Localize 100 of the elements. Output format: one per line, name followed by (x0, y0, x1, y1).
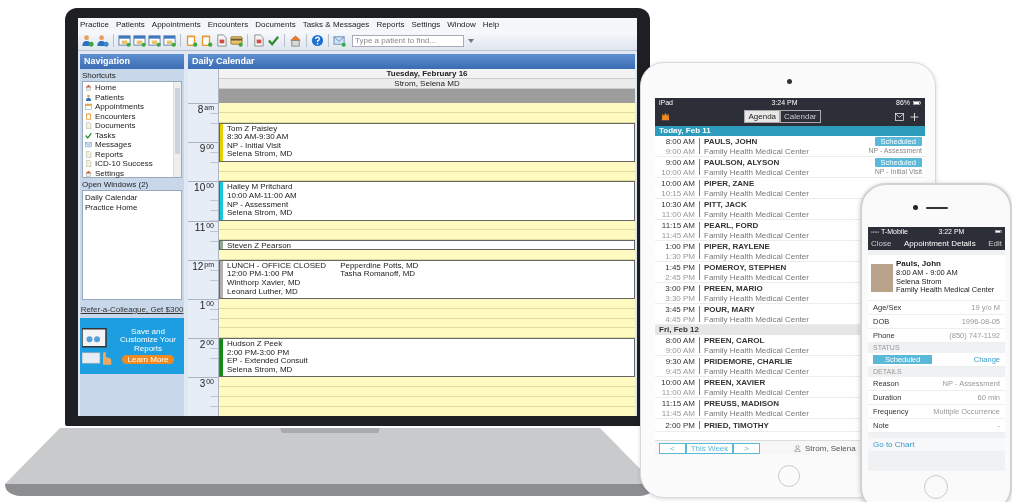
open-slot[interactable] (219, 328, 635, 339)
scrollbar[interactable] (173, 82, 181, 177)
page-icon (85, 122, 92, 130)
end-time: 9:00 AM (665, 146, 695, 156)
menu-item[interactable]: Settings (411, 20, 441, 29)
location-text: Family Health Medical Center (704, 408, 809, 418)
checkmark-icon[interactable] (267, 34, 280, 47)
card-icon[interactable] (230, 34, 243, 47)
location-text: Family Health Medical Center (704, 230, 809, 240)
menu-item[interactable]: Tasks & Messages (302, 20, 370, 29)
appointment-block[interactable]: Steven Z Pearson (219, 240, 635, 250)
search-field[interactable]: Type a patient to find... (352, 34, 464, 47)
shortcut-item[interactable]: Settings (95, 168, 124, 178)
location-text: Family Health Medical Center (704, 366, 809, 376)
shortcut-item[interactable]: ICD-10 Success (95, 159, 153, 169)
hour-label: 12 (192, 260, 204, 272)
appointment-text: Tasha Romanoff, MD (340, 270, 417, 279)
menu-item[interactable]: Practice (80, 20, 109, 29)
open-slot[interactable] (219, 230, 635, 241)
menu-item[interactable]: Reports (376, 20, 405, 29)
document-icon[interactable] (215, 34, 228, 47)
location-text: Family Health Medical Center (704, 314, 809, 324)
check-icon (85, 131, 92, 139)
start-time: 10:30 AM (661, 199, 695, 209)
start-time: 9:00 AM (665, 157, 695, 167)
appointment-text: Selena Strom, MD (227, 365, 294, 375)
appointment-text: Tom Z Paisley (227, 124, 279, 133)
screen-title: Appointment Details (904, 238, 976, 248)
open-window-item[interactable]: Practice Home (85, 203, 179, 213)
open-slot[interactable] (219, 161, 635, 172)
caret-icon[interactable] (468, 38, 474, 43)
logo-icon[interactable] (661, 112, 670, 121)
person-add-icon[interactable] (81, 34, 94, 47)
provider-name[interactable]: Strom, Selena (805, 443, 856, 453)
appointment-block[interactable]: LUNCH - OFFICE CLOSED 12:00 PM-1:00 PM Winthorp Xavier, MD Leonard Luther, MD Pepperdine Potts, MD Tasha Romanoff, MD (219, 259, 635, 299)
menu-item[interactable]: Documents (255, 20, 296, 29)
start-time: 9:30 AM (665, 356, 695, 366)
referral-link[interactable]: Refer-a-Colleague, Get $300 (80, 305, 184, 314)
date-header: Tuesday, February 16 (219, 69, 635, 79)
start-time: 2:00 PM (665, 420, 695, 430)
hour-label: 9 (199, 143, 206, 155)
hour-label: 1 (199, 299, 206, 311)
shortcut-item[interactable]: Documents (95, 121, 136, 131)
start-time: 10:00 AM (661, 178, 695, 188)
menu-item[interactable]: Encounters (207, 20, 249, 29)
shortcut-item[interactable]: Patients (95, 92, 124, 102)
open-window-item[interactable]: Daily Calendar (85, 193, 179, 203)
appointment-block[interactable]: Hailey M Pritchard 10:00 AM-11:00 AM NP - Assessment Selena Strom, MD (219, 181, 635, 221)
shortcut-item[interactable]: Messages (95, 140, 132, 150)
clipboard-icon[interactable] (185, 34, 198, 47)
segment-tab[interactable]: Calendar (780, 110, 821, 123)
document-icon[interactable] (252, 34, 265, 47)
patient-name: PAULS, JOHN (704, 136, 758, 146)
help-icon[interactable] (311, 34, 324, 47)
menu-item[interactable]: Help (482, 20, 500, 29)
open-slot[interactable] (219, 220, 635, 231)
open-slot[interactable] (219, 249, 635, 260)
appointment-block[interactable]: Tom Z Paisley 8:30 AM-9:30 AM NP - Initial Visit Selena Strom, MD (219, 122, 635, 162)
section-label: Shortcuts (81, 70, 117, 81)
calendar-icon[interactable] (118, 34, 131, 47)
shortcut-item[interactable]: Tasks (95, 130, 116, 140)
appointment-text: 8:30 AM-9:30 AM (227, 133, 290, 142)
menu-item[interactable]: Window (447, 20, 476, 29)
appointment-text: 12:00 PM-1:00 PM (227, 270, 295, 279)
open-slot[interactable] (219, 298, 635, 309)
shortcut-item[interactable]: Encounters (95, 111, 136, 121)
calendar-icon[interactable] (163, 34, 176, 47)
plus-icon[interactable] (910, 112, 919, 121)
patient-name: PREEN, MARIO (704, 283, 763, 293)
menu-item[interactable]: Appointments (151, 20, 201, 29)
calendar-icon[interactable] (148, 34, 161, 47)
person-search-icon[interactable] (96, 34, 109, 47)
battery-icon (913, 100, 921, 105)
day-header: Today, Feb 11 (655, 126, 925, 136)
appointment-text: LUNCH - OFFICE CLOSED (227, 261, 327, 271)
shortcut-item[interactable]: Reports (95, 149, 123, 159)
shortcut-item[interactable]: Home (95, 83, 117, 93)
house-icon[interactable] (289, 34, 302, 47)
appointment-text: Winthorp Xavier, MD (227, 278, 302, 287)
appointment-text: NP - Assessment (227, 200, 290, 210)
close-button[interactable]: Close (871, 238, 892, 248)
calendar-icon[interactable] (133, 34, 146, 47)
end-time: 10:00 AM (661, 167, 695, 177)
open-slot[interactable] (219, 171, 635, 182)
end-time: 11:45 AM (661, 408, 695, 418)
edit-button[interactable]: Edit (988, 238, 1002, 248)
menu-item[interactable]: Patients (115, 20, 145, 29)
appointment-text: EP - Extended Consult (227, 357, 308, 366)
shortcut-item[interactable]: Appointments (95, 102, 144, 112)
start-time: 11:15 AM (661, 398, 695, 408)
envelope-icon[interactable] (895, 112, 904, 121)
clipboard-icon[interactable] (200, 34, 213, 47)
appointment-text: Selena Strom, MD (227, 150, 293, 159)
end-time: 4:45 PM (665, 314, 695, 324)
segment-tab[interactable]: Agenda (744, 110, 781, 123)
location-text: Family Health Medical Center (704, 209, 809, 219)
appointment-block[interactable]: Hudson Z Peek 2:00 PM-3:00 PM EP - Extended Consult Selena Strom, MD (219, 338, 635, 378)
start-time: 11:15 AM (661, 220, 695, 230)
appointment-text: NP - Initial Visit (227, 141, 282, 151)
patient-name: PAULSON, ALYSON (704, 157, 780, 167)
